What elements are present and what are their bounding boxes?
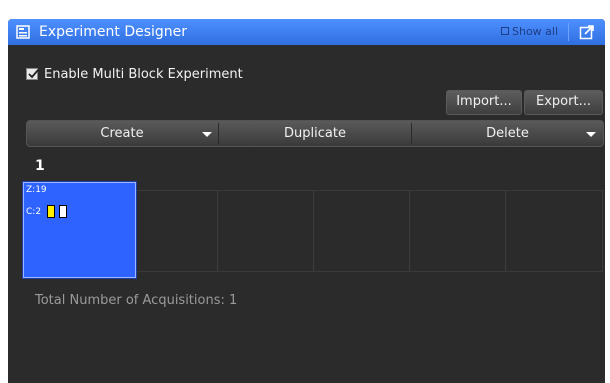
- block-slot[interactable]: [218, 191, 314, 271]
- enable-multi-block-label: Enable Multi Block Experiment: [44, 67, 243, 82]
- experiment-designer-panel: Experiment Designer Show all Enable Mult…: [8, 19, 605, 383]
- checkmark-icon: [28, 69, 39, 79]
- create-button[interactable]: Create: [27, 121, 217, 146]
- enable-multi-block-checkbox[interactable]: [26, 68, 39, 80]
- create-dropdown-arrow-icon[interactable]: [202, 132, 212, 137]
- panel-titlebar: Experiment Designer Show all: [8, 19, 605, 45]
- total-acquisitions-label: Total Number of Acquisitions: 1: [35, 293, 238, 308]
- channel-1-swatch: [47, 205, 55, 218]
- show-all-checkbox-icon: [501, 27, 509, 35]
- export-button[interactable]: Export...: [524, 90, 603, 115]
- block-channels-label: C:2: [26, 207, 42, 217]
- undock-panel-icon[interactable]: [579, 24, 595, 40]
- channel-2-swatch: [59, 205, 67, 218]
- create-label: Create: [100, 126, 144, 141]
- experiment-designer-icon: [16, 24, 30, 39]
- delete-dropdown-arrow-icon[interactable]: [586, 132, 596, 137]
- block-slot[interactable]: [314, 191, 410, 271]
- block-actions-bar: Create Duplicate Delete: [26, 120, 604, 147]
- block-slot[interactable]: [506, 191, 602, 271]
- titlebar-separator: [568, 23, 569, 41]
- block-slot[interactable]: [122, 191, 218, 271]
- show-all-toggle[interactable]: Show all: [501, 19, 569, 45]
- import-button[interactable]: Import...: [446, 90, 522, 115]
- delete-button[interactable]: Delete: [412, 121, 603, 146]
- experiment-block-1[interactable]: Z:19 C:2: [23, 182, 136, 278]
- delete-label: Delete: [486, 126, 529, 141]
- block-slot[interactable]: [410, 191, 506, 271]
- current-block-number: 1: [35, 158, 45, 174]
- block-z-stack-label: Z:19: [26, 185, 47, 195]
- duplicate-button[interactable]: Duplicate: [219, 121, 411, 146]
- show-all-label: Show all: [512, 25, 559, 38]
- panel-title: Experiment Designer: [39, 24, 188, 40]
